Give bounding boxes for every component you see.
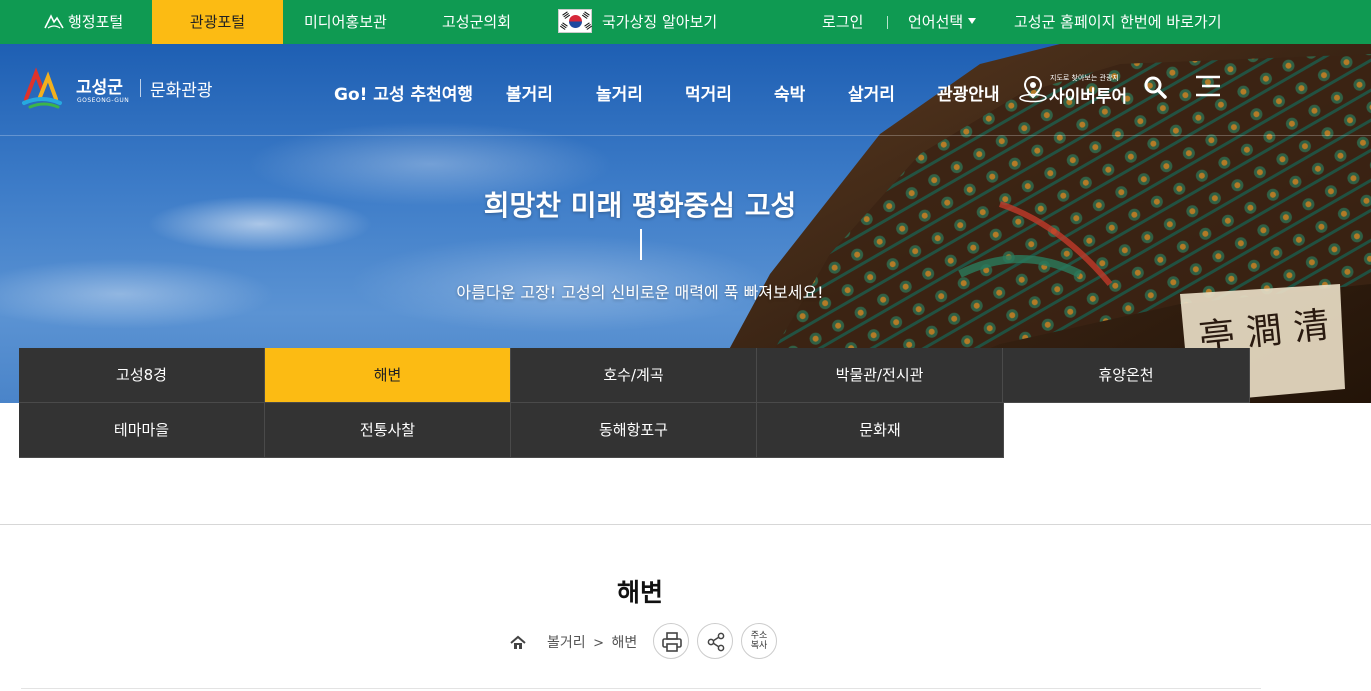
county-council-label: 고성군의회 <box>442 13 512 31</box>
search-icon <box>1144 76 1167 99</box>
nav-lodging[interactable]: 숙박 <box>774 80 805 105</box>
logo-category: 문화관광 <box>150 81 213 101</box>
national-symbol-label: 국가상징 알아보기 <box>602 13 718 31</box>
subnav-hot-spring[interactable]: 휴양온천 <box>1003 348 1250 403</box>
korean-flag-icon <box>558 8 592 33</box>
nav-recommended-trip[interactable]: Go! 고성 추천여행 <box>334 80 473 105</box>
language-label: 언어선택 <box>908 13 964 31</box>
subnav-east-sea-port[interactable]: 동해항포구 <box>511 403 757 458</box>
breadcrumb-current[interactable]: 해변 <box>611 635 637 651</box>
breadcrumb-section[interactable]: 볼거리 <box>547 635 586 651</box>
breadcrumb: 볼거리 > 해변 <box>547 633 637 653</box>
county-council-link[interactable]: 고성군의회 <box>442 0 511 44</box>
share-icon <box>707 632 725 652</box>
address-copy-line1: 주소 <box>750 631 768 641</box>
top-utility-bar: 행정포털 관광포털 미디어홍보관 고성군의회 국가상징 알아보기 로그인 언어선… <box>0 0 1371 44</box>
nav-shopping[interactable]: 살거리 <box>848 80 895 105</box>
media-hall-label: 미디어홍보관 <box>304 13 387 31</box>
nav-activities[interactable]: 놀거리 <box>596 80 643 105</box>
logo-name: 고성군 <box>76 78 123 98</box>
homepage-shortcut-link[interactable]: 고성군 홈페이지 한번에 바로가기 <box>1014 0 1222 44</box>
cyber-tour-label: 사이버투어 <box>1049 87 1128 107</box>
language-select[interactable]: 언어선택 <box>908 0 977 44</box>
hero-subtitle: 아름다운 고장! 고성의 신비로운 매력에 푹 빠져보세요! <box>456 283 824 302</box>
address-copy-label: 주소 복사 <box>742 631 776 651</box>
nav-attractions[interactable]: 볼거리 <box>506 80 553 105</box>
content-divider <box>21 688 1261 689</box>
hero-title: 희망찬 미래 평화중심 고성 <box>483 189 797 222</box>
subnav-cultural-heritage[interactable]: 문화재 <box>757 403 1004 458</box>
print-button[interactable] <box>653 623 689 659</box>
caret-down-icon <box>968 17 977 24</box>
homepage-shortcut-label: 고성군 홈페이지 한번에 바로가기 <box>1014 13 1222 31</box>
national-symbol-link[interactable]: 국가상징 알아보기 <box>558 0 717 44</box>
share-button[interactable] <box>697 623 733 659</box>
hero-divider <box>640 229 642 260</box>
cyber-tour-link[interactable]: 지도로 찾아보는 관광지 사이버투어 <box>1018 70 1128 110</box>
login-label: 로그인 <box>822 13 864 31</box>
breadcrumb-home[interactable] <box>510 633 526 653</box>
search-button[interactable] <box>1142 74 1170 102</box>
subnav-temple[interactable]: 전통사찰 <box>265 403 511 458</box>
subnav-museum[interactable]: 박물관/전시관 <box>757 348 1003 403</box>
home-icon <box>510 635 526 649</box>
subnav-theme-village[interactable]: 테마마을 <box>19 403 265 458</box>
goseong-logo-icon <box>22 67 62 109</box>
page-title: 해변 <box>616 578 663 607</box>
media-hall-link[interactable]: 미디어홍보관 <box>304 0 387 44</box>
all-menu-button[interactable] <box>1194 74 1222 100</box>
map-pin-icon <box>1019 75 1047 103</box>
topbar-divider <box>887 16 888 29</box>
tourism-portal-link[interactable]: 관광포털 <box>152 0 283 44</box>
hamburger-menu-icon <box>1196 75 1220 97</box>
tourism-portal-label: 관광포털 <box>189 13 246 31</box>
address-copy-line2: 복사 <box>750 641 768 651</box>
header-divider <box>0 135 1371 136</box>
mountain-logo-icon <box>44 13 64 29</box>
logo-subtitle: GOSEONG-GUN <box>77 97 130 104</box>
nav-tour-info[interactable]: 관광안내 <box>937 80 1000 105</box>
nav-food[interactable]: 먹거리 <box>685 80 732 105</box>
printer-icon <box>662 632 682 652</box>
admin-portal-link[interactable]: 행정포털 <box>44 0 123 44</box>
subnav-beach[interactable]: 해변 <box>265 348 511 403</box>
admin-portal-label: 행정포털 <box>68 13 124 31</box>
login-link[interactable]: 로그인 <box>822 0 863 44</box>
subnav-lake-valley[interactable]: 호수/계곡 <box>511 348 757 403</box>
chevron-right-icon: > <box>593 636 604 651</box>
address-copy-button[interactable]: 주소 복사 <box>741 623 777 659</box>
section-divider <box>0 524 1371 525</box>
logo-divider <box>140 79 141 97</box>
subnav-goseong-8-scenes[interactable]: 고성8경 <box>19 348 265 403</box>
